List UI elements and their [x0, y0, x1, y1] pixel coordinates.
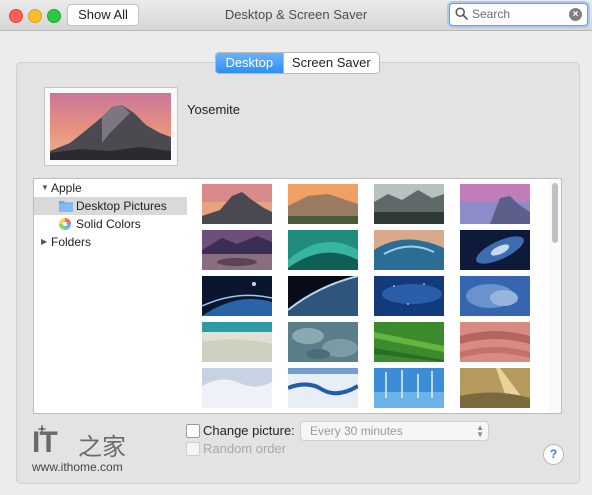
search-field[interactable]: Search ×	[449, 3, 588, 26]
source-item-label: Solid Colors	[76, 217, 141, 231]
search-icon	[455, 7, 468, 20]
wallpaper-thumbnail[interactable]	[460, 276, 530, 316]
select-arrows-icon: ▲ ▼	[476, 423, 484, 439]
change-picture-checkbox[interactable]	[186, 424, 200, 438]
wallpaper-thumbnail[interactable]	[288, 184, 358, 224]
source-item-desktop-pictures[interactable]: Desktop Pictures	[34, 197, 188, 215]
wallpaper-preview-image	[50, 93, 171, 160]
title-bar: Show All Desktop & Screen Saver Search ×	[0, 0, 592, 31]
source-group-label: Apple	[51, 181, 82, 195]
tab-screen-saver[interactable]: Screen Saver	[282, 53, 379, 73]
source-group-apple[interactable]: ▼ Apple	[34, 179, 188, 197]
wallpaper-thumbnail[interactable]	[460, 230, 530, 270]
tab-desktop[interactable]: Desktop	[216, 53, 283, 73]
wallpaper-thumbnail[interactable]	[202, 230, 272, 270]
grid-scrollbar-thumb[interactable]	[552, 183, 558, 243]
wallpaper-thumbnail[interactable]	[460, 184, 530, 224]
watermark-logo-text: 之家	[78, 433, 126, 461]
wallpaper-thumbnail[interactable]	[374, 368, 444, 408]
current-wallpaper-preview	[44, 87, 178, 166]
grid-scrollbar[interactable]	[549, 179, 561, 413]
random-order-label: Random order	[203, 441, 287, 456]
source-item-solid-colors[interactable]: Solid Colors	[34, 215, 188, 233]
interval-select[interactable]: Every 30 minutes ▲ ▼	[300, 421, 489, 441]
folder-icon	[59, 201, 73, 212]
clear-search-icon[interactable]: ×	[569, 8, 582, 21]
wallpaper-thumbnail[interactable]	[202, 276, 272, 316]
wallpaper-thumbnail[interactable]	[288, 368, 358, 408]
disclosure-triangle-down-icon[interactable]: ▼	[41, 179, 49, 197]
search-placeholder: Search	[472, 7, 511, 21]
source-group-label: Folders	[51, 235, 92, 249]
wallpaper-thumbnail[interactable]	[374, 276, 444, 316]
source-list: ▼ Apple Desktop Pictures Solid Colors ▶ …	[33, 178, 189, 414]
wallpaper-thumbnail[interactable]	[460, 322, 530, 362]
wallpaper-thumbnail[interactable]	[288, 276, 358, 316]
source-group-folders[interactable]: ▶ Folders	[34, 233, 188, 251]
disclosure-triangle-right-icon[interactable]: ▶	[41, 233, 47, 251]
wallpaper-thumbnail[interactable]	[202, 322, 272, 362]
change-picture-label: Change picture:	[203, 423, 295, 438]
wallpaper-grid	[187, 178, 562, 414]
wallpaper-thumbnail[interactable]	[202, 368, 272, 408]
help-button[interactable]: ?	[543, 444, 564, 465]
wallpaper-thumbnail[interactable]	[288, 322, 358, 362]
watermark-url: www.ithome.com	[32, 460, 123, 474]
interval-select-value: Every 30 minutes	[310, 424, 403, 438]
wallpaper-thumbnail[interactable]	[374, 184, 444, 224]
color-wheel-icon	[59, 218, 71, 230]
random-order-checkbox[interactable]	[186, 442, 200, 456]
current-wallpaper-name: Yosemite	[187, 102, 240, 117]
source-item-label: Desktop Pictures	[76, 199, 167, 213]
wallpaper-thumbnail[interactable]	[288, 230, 358, 270]
wallpaper-thumbnail[interactable]	[202, 184, 272, 224]
wallpaper-thumbnail[interactable]	[460, 368, 530, 408]
tab-segmented-control: Desktop Screen Saver	[215, 52, 380, 74]
wallpaper-thumbnail[interactable]	[374, 322, 444, 362]
watermark-logo: IT	[32, 426, 58, 459]
wallpaper-thumbnail[interactable]	[374, 230, 444, 270]
